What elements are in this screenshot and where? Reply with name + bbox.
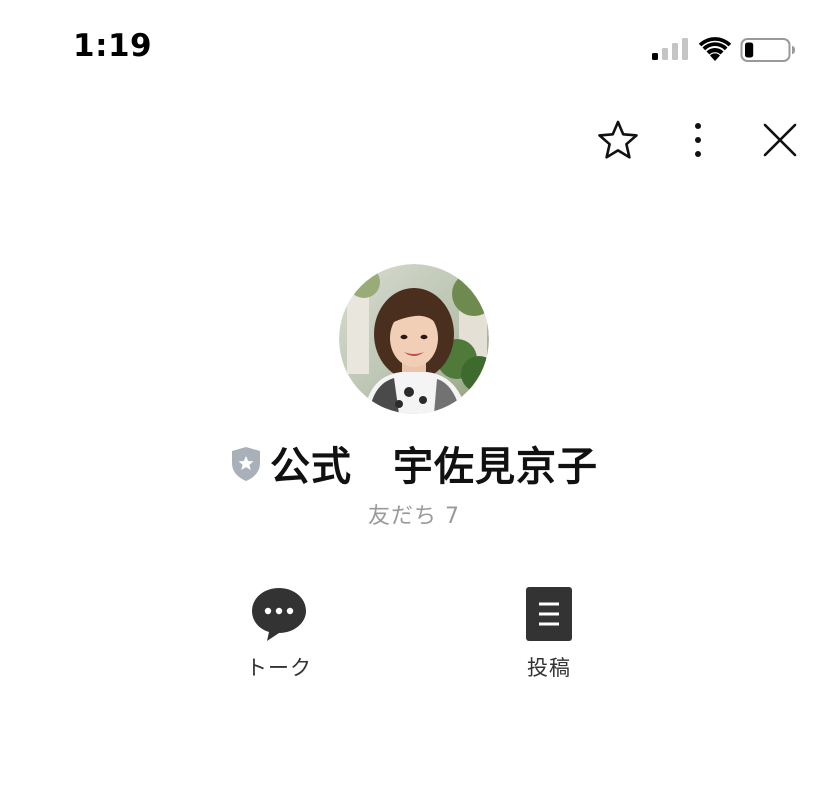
posts-button-label: 投稿 <box>527 656 571 680</box>
talk-button-label: トーク <box>246 656 312 680</box>
vertical-ellipsis-icon <box>695 123 701 157</box>
profile-avatar[interactable] <box>339 264 489 414</box>
chat-bubble-icon <box>252 588 306 641</box>
talk-button[interactable]: トーク <box>209 584 349 682</box>
profile-name: 公式 宇佐見京子 <box>270 444 598 490</box>
close-button[interactable] <box>756 116 804 164</box>
favorite-button[interactable] <box>594 116 642 164</box>
close-icon <box>763 123 797 157</box>
profile-photo <box>339 264 489 414</box>
wifi-icon <box>698 37 732 61</box>
status-time: 1:19 <box>73 28 153 64</box>
posts-button[interactable]: 投稿 <box>479 584 619 682</box>
status-bar: 1:19 <box>0 0 828 100</box>
more-options-button[interactable] <box>680 116 716 164</box>
battery-icon <box>740 38 795 62</box>
cellular-signal-icon <box>652 38 688 60</box>
star-outline-icon <box>598 120 638 159</box>
profile-name-row: 公式 宇佐見京子 <box>0 434 828 492</box>
official-shield-icon <box>232 447 260 481</box>
posts-document-icon <box>526 587 572 641</box>
friends-count[interactable]: 友だち 7 <box>0 498 828 530</box>
